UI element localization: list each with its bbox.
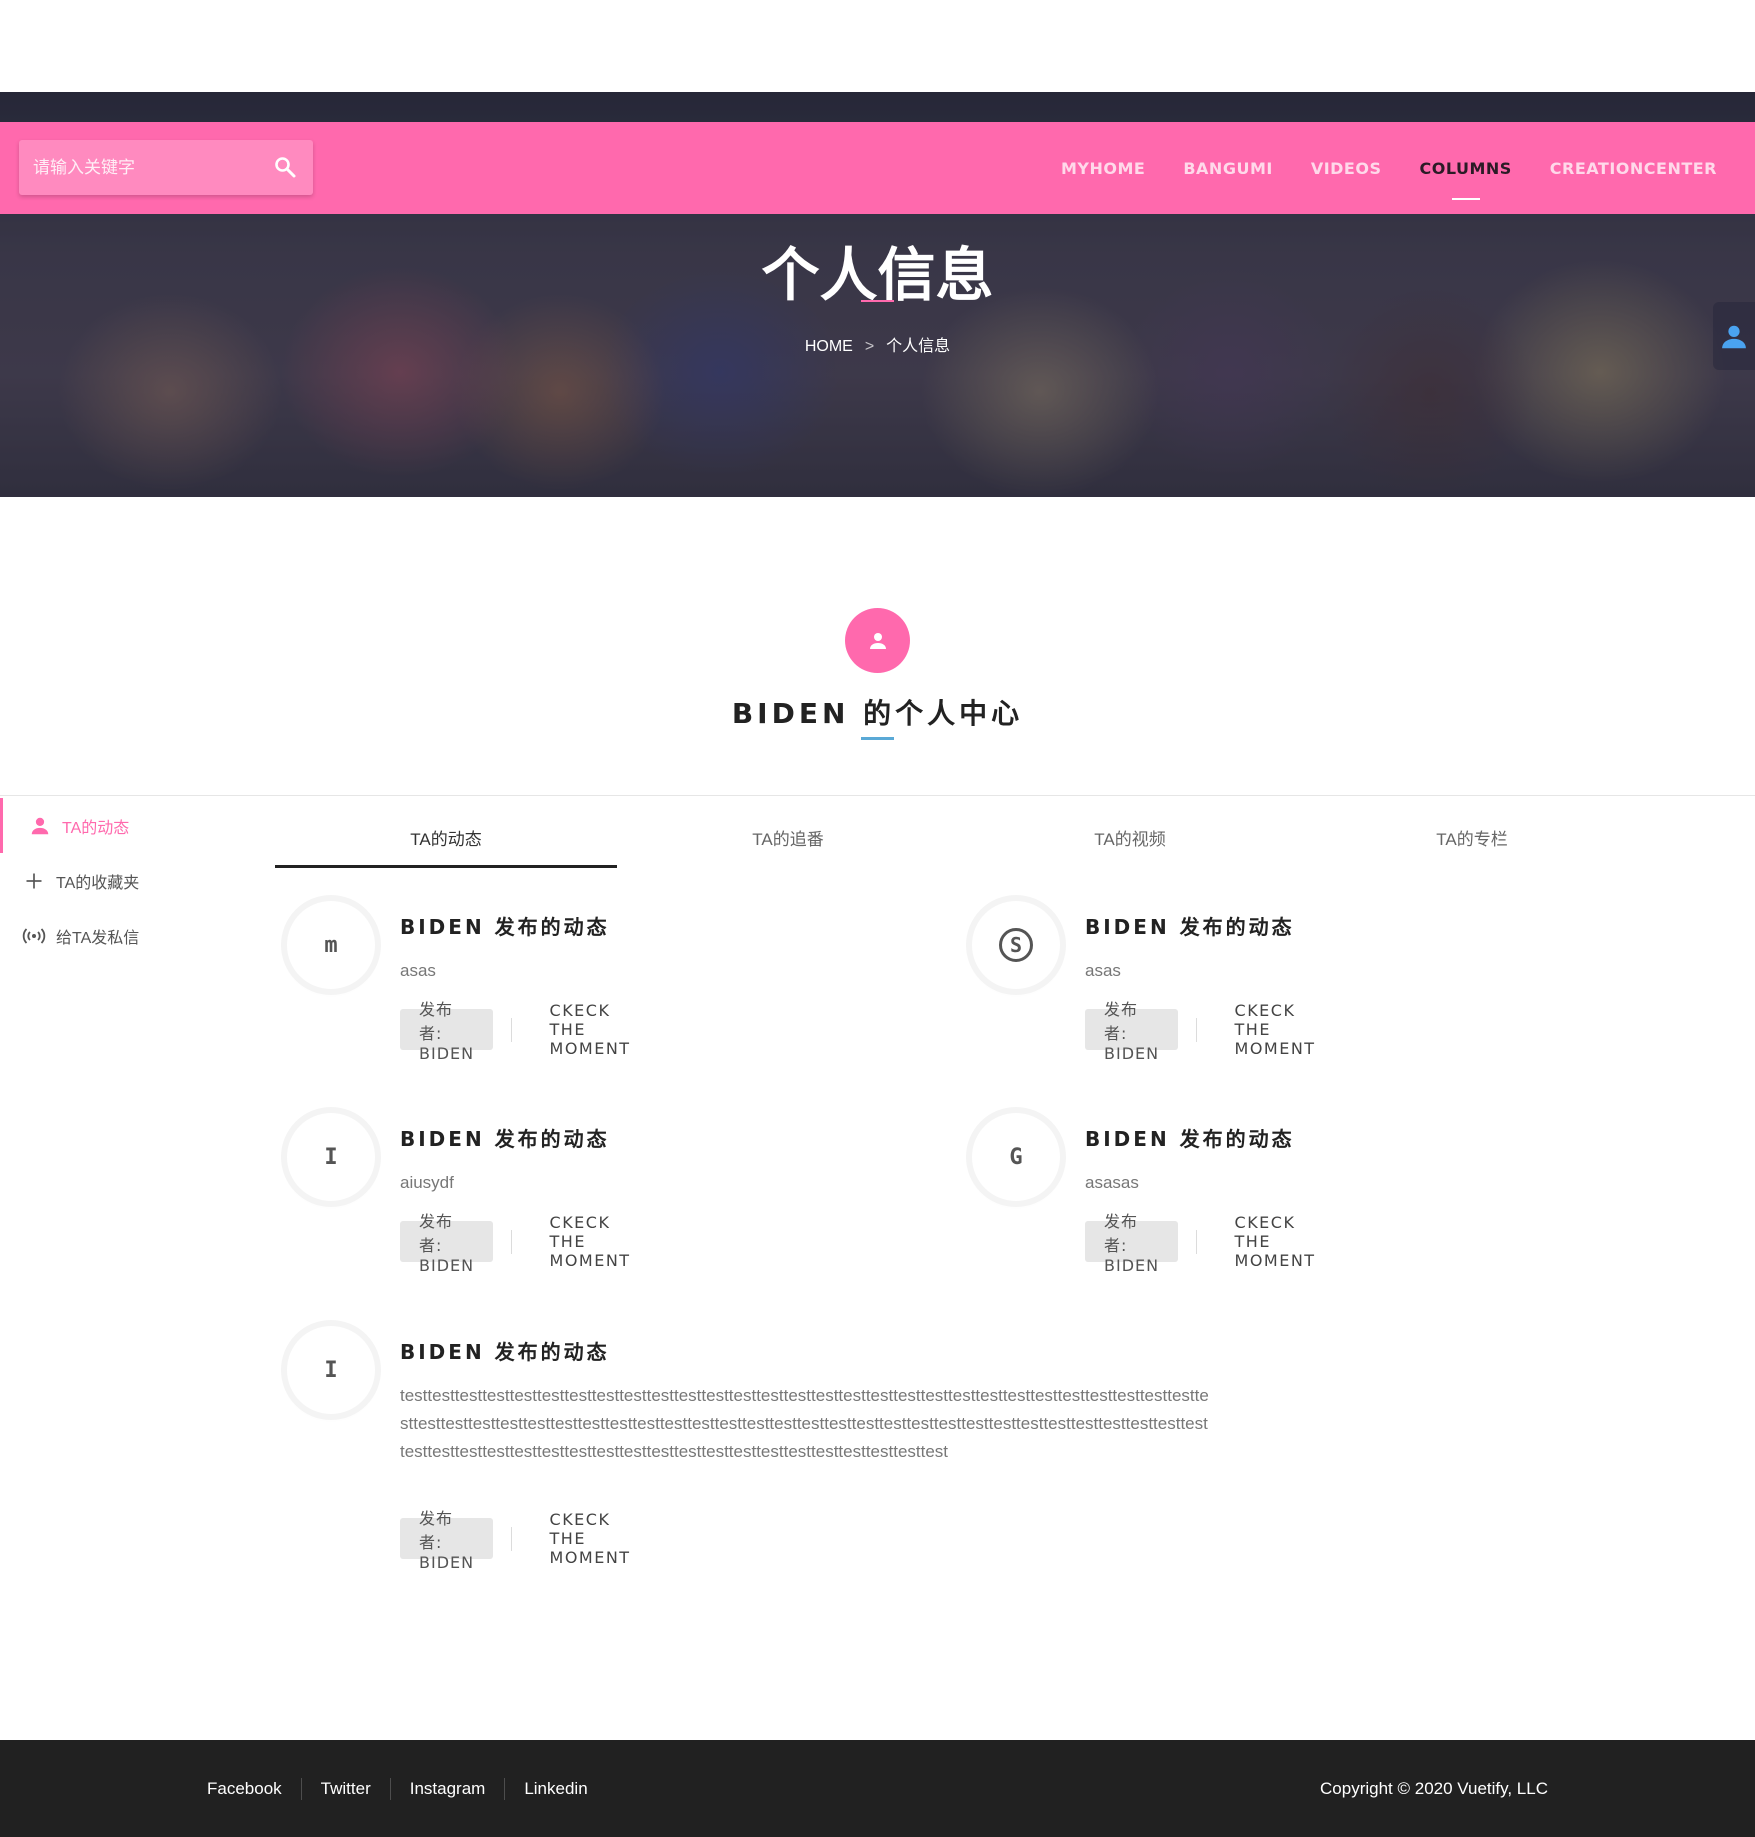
- moment-letter-icon: m: [287, 901, 375, 989]
- user-icon: [28, 814, 52, 838]
- user-icon: [1722, 325, 1746, 349]
- search-box: [19, 140, 313, 195]
- moment-content: asas: [1085, 961, 1121, 980]
- breadcrumb-current: 个人信息: [886, 338, 951, 355]
- moment-content: testtesttesttesttesttesttesttesttesttest…: [400, 1386, 1209, 1461]
- moment-title: BIDEN 发布的动态: [1085, 915, 1295, 939]
- footer-link-linkedin[interactable]: Linkedin: [505, 1779, 606, 1799]
- check-moment-link[interactable]: CKECK THE MOMENT: [1235, 1001, 1317, 1058]
- plus-icon: [22, 869, 46, 893]
- tab-bangumi[interactable]: TA的追番: [617, 812, 959, 868]
- user-icon: [869, 632, 886, 649]
- section-divider: [0, 795, 1755, 796]
- check-moment-link[interactable]: CKECK THE MOMENT: [550, 1213, 632, 1270]
- user-floating-button[interactable]: [1713, 302, 1755, 370]
- moment-letter-icon: G: [972, 1113, 1060, 1201]
- footer: Facebook Twitter Instagram Linkedin Copy…: [0, 1740, 1755, 1837]
- moment-letter-icon: I: [287, 1113, 375, 1201]
- moment-letter-icon: I: [287, 1326, 375, 1414]
- publisher-button[interactable]: 发布者: BIDEN: [1085, 1000, 1179, 1063]
- nav-link-columns[interactable]: COLUMNS: [1419, 159, 1511, 200]
- moment-title: BIDEN 发布的动态: [400, 915, 610, 939]
- profile-avatar: [845, 608, 910, 673]
- moment-title: BIDEN 发布的动态: [400, 1127, 610, 1151]
- sidebar-item-message[interactable]: 给TA发私信: [0, 908, 260, 963]
- check-moment-link[interactable]: CKECK THE MOMENT: [550, 1001, 632, 1058]
- moment-letter-icon: S: [972, 901, 1060, 989]
- top-blank-area: [0, 0, 1755, 92]
- breadcrumb-separator: >: [864, 338, 875, 355]
- sidebar-item-label: 给TA发私信: [56, 929, 140, 947]
- breadcrumb-home[interactable]: HOME: [805, 338, 853, 355]
- content-tabs: TA的动态 TA的追番 TA的视频 TA的专栏: [275, 812, 1645, 868]
- footer-link-instagram[interactable]: Instagram: [391, 1779, 505, 1799]
- breadcrumb: HOME > 个人信息: [0, 332, 1755, 356]
- publisher-button[interactable]: 发布者: BIDEN: [400, 1212, 494, 1275]
- profile-title-underline: [861, 737, 894, 740]
- moment-content: asasas: [1085, 1173, 1139, 1192]
- sidebar-item-label: TA的动态: [62, 819, 130, 837]
- moment-actions: 发布者: BIDEN CKECK THE MOMENT: [400, 1509, 632, 1572]
- moment-actions: 发布者: BIDEN CKECK THE MOMENT: [1085, 1000, 1317, 1063]
- nav-link-myhome[interactable]: MYHOME: [1061, 159, 1145, 178]
- broadcast-icon: [22, 924, 46, 948]
- sidebar-item-moments[interactable]: TA的动态: [0, 798, 260, 853]
- search-icon[interactable]: [273, 155, 297, 179]
- tab-videos[interactable]: TA的视频: [959, 812, 1301, 868]
- sidebar-item-label: TA的收藏夹: [56, 874, 140, 892]
- moment-title: BIDEN 发布的动态: [400, 1340, 610, 1364]
- nav-link-bangumi[interactable]: BANGUMI: [1183, 159, 1272, 178]
- tab-columns[interactable]: TA的专栏: [1301, 812, 1643, 868]
- footer-link-facebook[interactable]: Facebook: [188, 1779, 301, 1799]
- tab-moments[interactable]: TA的动态: [275, 812, 617, 868]
- check-moment-link[interactable]: CKECK THE MOMENT: [550, 1510, 632, 1567]
- footer-link-twitter[interactable]: Twitter: [302, 1779, 390, 1799]
- moment-actions: 发布者: BIDEN CKECK THE MOMENT: [400, 1000, 632, 1063]
- nav-links: MYHOME BANGUMI VIDEOS COLUMNS CREATIONCE…: [1023, 122, 1717, 214]
- moment-title: BIDEN 发布的动态: [1085, 1127, 1295, 1151]
- nav-link-creationcenter[interactable]: CREATIONCENTER: [1550, 159, 1717, 178]
- moment-actions: 发布者: BIDEN CKECK THE MOMENT: [1085, 1212, 1317, 1275]
- top-navbar: MYHOME BANGUMI VIDEOS COLUMNS CREATIONCE…: [0, 122, 1755, 214]
- moment-actions: 发布者: BIDEN CKECK THE MOMENT: [400, 1212, 632, 1275]
- footer-links: Facebook Twitter Instagram Linkedin: [188, 1740, 607, 1837]
- search-input[interactable]: [19, 140, 269, 195]
- hero-title-underline: [861, 300, 894, 302]
- sidebar: TA的动态 TA的收藏夹 给TA发私信: [0, 798, 260, 963]
- profile-title: BIDEN 的个人中心: [731, 697, 1024, 730]
- sidebar-item-favorites[interactable]: TA的收藏夹: [0, 853, 260, 908]
- publisher-button[interactable]: 发布者: BIDEN: [400, 1509, 494, 1572]
- publisher-button[interactable]: 发布者: BIDEN: [400, 1000, 494, 1063]
- publisher-button[interactable]: 发布者: BIDEN: [1085, 1212, 1179, 1275]
- check-moment-link[interactable]: CKECK THE MOMENT: [1235, 1213, 1317, 1270]
- nav-link-videos[interactable]: VIDEOS: [1311, 159, 1382, 178]
- moment-icon-glyph: S: [999, 928, 1033, 962]
- copyright-text: Copyright © 2020 Vuetify, LLC: [1320, 1778, 1548, 1798]
